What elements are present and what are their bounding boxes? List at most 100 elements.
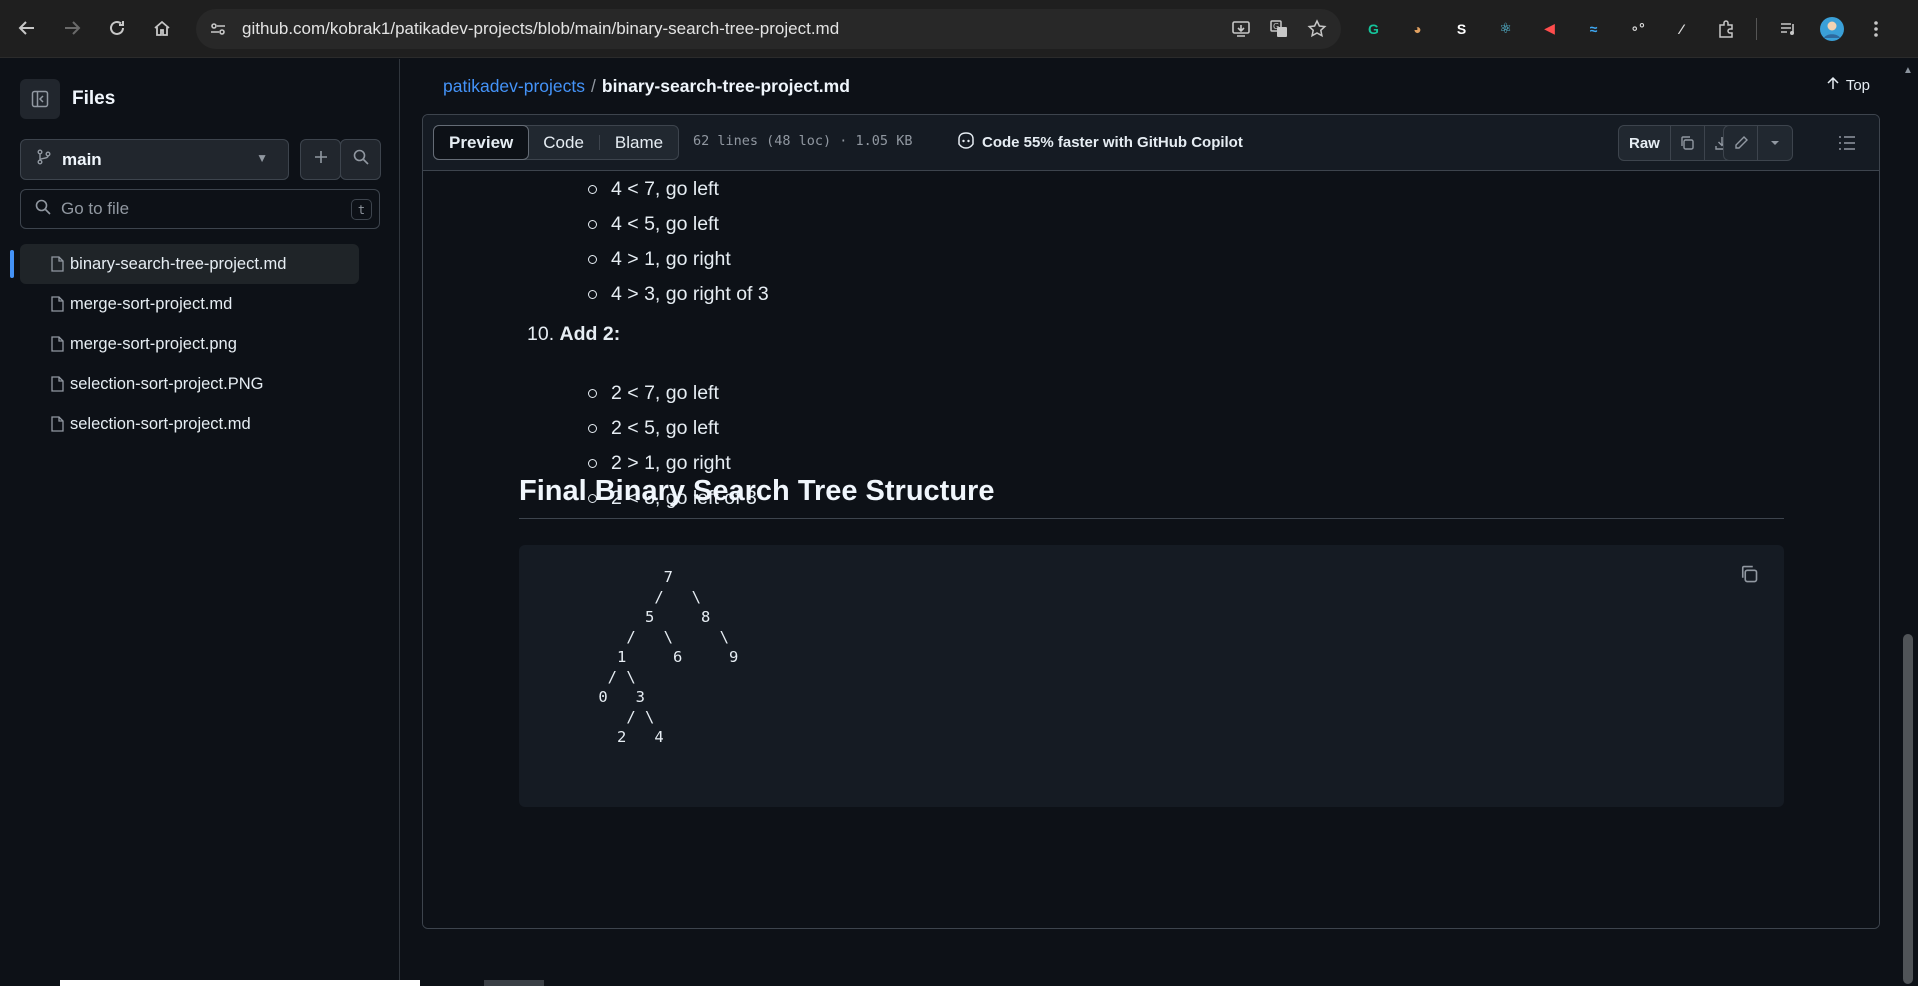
search-code-button[interactable] [340,139,381,180]
arrow-up-icon [1826,76,1840,94]
code-block: 7 / \ 5 8 / \ \ 1 6 9 / \ 0 3 / \ 2 4 [519,545,1784,807]
file-tree-item[interactable]: binary-search-tree-project.md [10,244,359,284]
nested-list-add-4: 4 < 7, go left 4 < 5, go left 4 > 1, go … [588,172,769,312]
file-size-info: 62 lines (48 loc) · 1.05 KB [693,133,913,149]
dots-ext-icon[interactable]: ∘° [1622,13,1653,44]
file-tree-item[interactable]: merge-sort-project.md [20,284,359,324]
main-content: patikadev-projects / binary-search-tree-… [401,59,1898,986]
outline-list-icon[interactable] [1829,125,1865,161]
list-item: 4 < 5, go left [588,207,769,242]
markdown-body: 4 < 7, go left 4 < 5, go left 4 > 1, go … [423,172,1879,928]
tab-preview[interactable]: Preview [433,125,530,160]
react-devtools-icon[interactable]: ⚛ [1490,13,1521,44]
browser-toolbar: github.com/kobrak1/patikadev-projects/bl… [0,0,1918,58]
file-icon [50,416,64,437]
forward-icon[interactable] [57,13,87,43]
list-item: 4 > 3, go right of 3 [588,277,769,312]
grammarly-icon[interactable]: G [1358,13,1389,44]
file-name: selection-sort-project.PNG [70,374,264,393]
svg-text:G: G [1273,22,1279,31]
tab-code[interactable]: Code [528,126,599,159]
taskbar-preview [60,980,420,986]
copy-raw-icon[interactable] [1671,126,1705,160]
copy-code-icon[interactable] [1736,561,1762,587]
raw-button[interactable]: Raw [1619,126,1671,160]
git-branch-icon [36,149,52,170]
eyedropper-ext-icon[interactable]: ⁄ [1666,13,1697,44]
list-item: 2 < 5, go left [588,411,757,446]
bookmark-star-icon[interactable] [1303,15,1331,43]
reload-icon[interactable] [102,13,132,43]
wave-ext-icon[interactable]: ≈ [1578,13,1609,44]
list-item: 4 > 1, go right [588,242,769,277]
file-tree: binary-search-tree-project.md merge-sort… [10,244,359,444]
branch-name: main [62,149,102,169]
edit-pencil-icon[interactable] [1724,126,1758,160]
chevron-down-icon[interactable] [1758,126,1792,160]
file-tree-item[interactable]: merge-sort-project.png [20,324,359,364]
copilot-icon [956,131,976,153]
file-icon [50,296,64,317]
plus-icon [313,148,329,171]
home-icon[interactable] [147,13,177,43]
scroll-up-icon[interactable]: ▲ [1903,65,1913,76]
media-queue-icon[interactable] [1772,13,1803,44]
list-number: 10. [527,323,555,345]
view-mode-tabs: Preview Code Blame [433,125,680,160]
taskbar-preview [484,980,544,986]
copilot-promo-link[interactable]: Code 55% faster with GitHub Copilot [956,131,1243,153]
file-name: merge-sort-project.md [70,294,233,313]
file-name: binary-search-tree-project.md [70,254,287,273]
list-item: 4 < 7, go left [588,172,769,207]
ordered-list-item: 10. Add 2: [527,323,620,346]
add-file-button[interactable] [300,139,341,180]
back-to-top-button[interactable]: Top [1826,76,1870,94]
keyboard-shortcut-badge: t [351,199,372,220]
scrollbar-thumb[interactable] [1903,634,1913,984]
search-icon [353,148,369,171]
profile-avatar-icon[interactable] [1816,13,1847,44]
breadcrumb-separator: / [591,76,596,96]
translate-icon[interactable]: G [1265,15,1293,43]
file-viewer: Preview Code Blame 62 lines (48 loc) · 1… [422,114,1880,929]
collapse-sidebar-icon[interactable] [20,79,60,119]
breadcrumb-file-name: binary-search-tree-project.md [601,76,850,96]
file-name: selection-sort-project.md [70,414,251,433]
code-content: 7 / \ 5 8 / \ \ 1 6 9 / \ 0 3 / \ 2 4 [598,568,739,746]
file-tree-sidebar: Files main ▼ Go to file t binary-search-… [0,59,400,986]
list-item: 2 < 7, go left [588,376,757,411]
site-info-icon[interactable] [204,15,232,43]
url-text: github.com/kobrak1/patikadev-projects/bl… [242,19,840,38]
raw-actions-group: Raw [1618,125,1740,161]
file-icon [50,376,64,397]
speaker-ext-icon[interactable]: ◀ [1534,13,1565,44]
browser-menu-icon[interactable] [1860,13,1891,44]
back-icon[interactable] [12,13,42,43]
breadcrumb: patikadev-projects / binary-search-tree-… [422,59,1880,114]
file-header: Preview Code Blame 62 lines (48 loc) · 1… [423,115,1879,171]
file-icon [50,256,64,277]
file-tree-item[interactable]: selection-sort-project.PNG [20,364,359,404]
file-tree-item[interactable]: selection-sort-project.md [20,404,359,444]
sidebar-title: Files [72,88,116,109]
go-to-file-input[interactable]: Go to file t [20,189,380,229]
breadcrumb-repo-link[interactable]: patikadev-projects [443,76,585,97]
step-label: Add 2: [559,323,621,345]
file-name: merge-sort-project.png [70,334,237,353]
chevron-down-icon: ▼ [256,151,268,165]
copilot-promo-text: Code 55% faster with GitHub Copilot [982,133,1243,151]
tab-blame[interactable]: Blame [600,126,678,159]
s-ext-icon[interactable]: S [1446,13,1477,44]
section-heading: Final Binary Search Tree Structure [519,475,1784,519]
go-to-file-placeholder: Go to file [61,199,130,218]
reader-icon[interactable]: ◕ [1402,13,1433,44]
page-scrollbar[interactable]: ▲ [1898,59,1918,986]
search-icon [35,199,51,220]
install-app-icon[interactable] [1227,15,1255,43]
toolbar-divider [1756,17,1757,40]
branch-selector[interactable]: main ▼ [20,139,289,180]
address-bar[interactable]: github.com/kobrak1/patikadev-projects/bl… [196,9,1341,49]
edit-actions-group [1723,125,1793,161]
top-label: Top [1845,76,1870,94]
extensions-puzzle-icon[interactable] [1710,13,1741,44]
